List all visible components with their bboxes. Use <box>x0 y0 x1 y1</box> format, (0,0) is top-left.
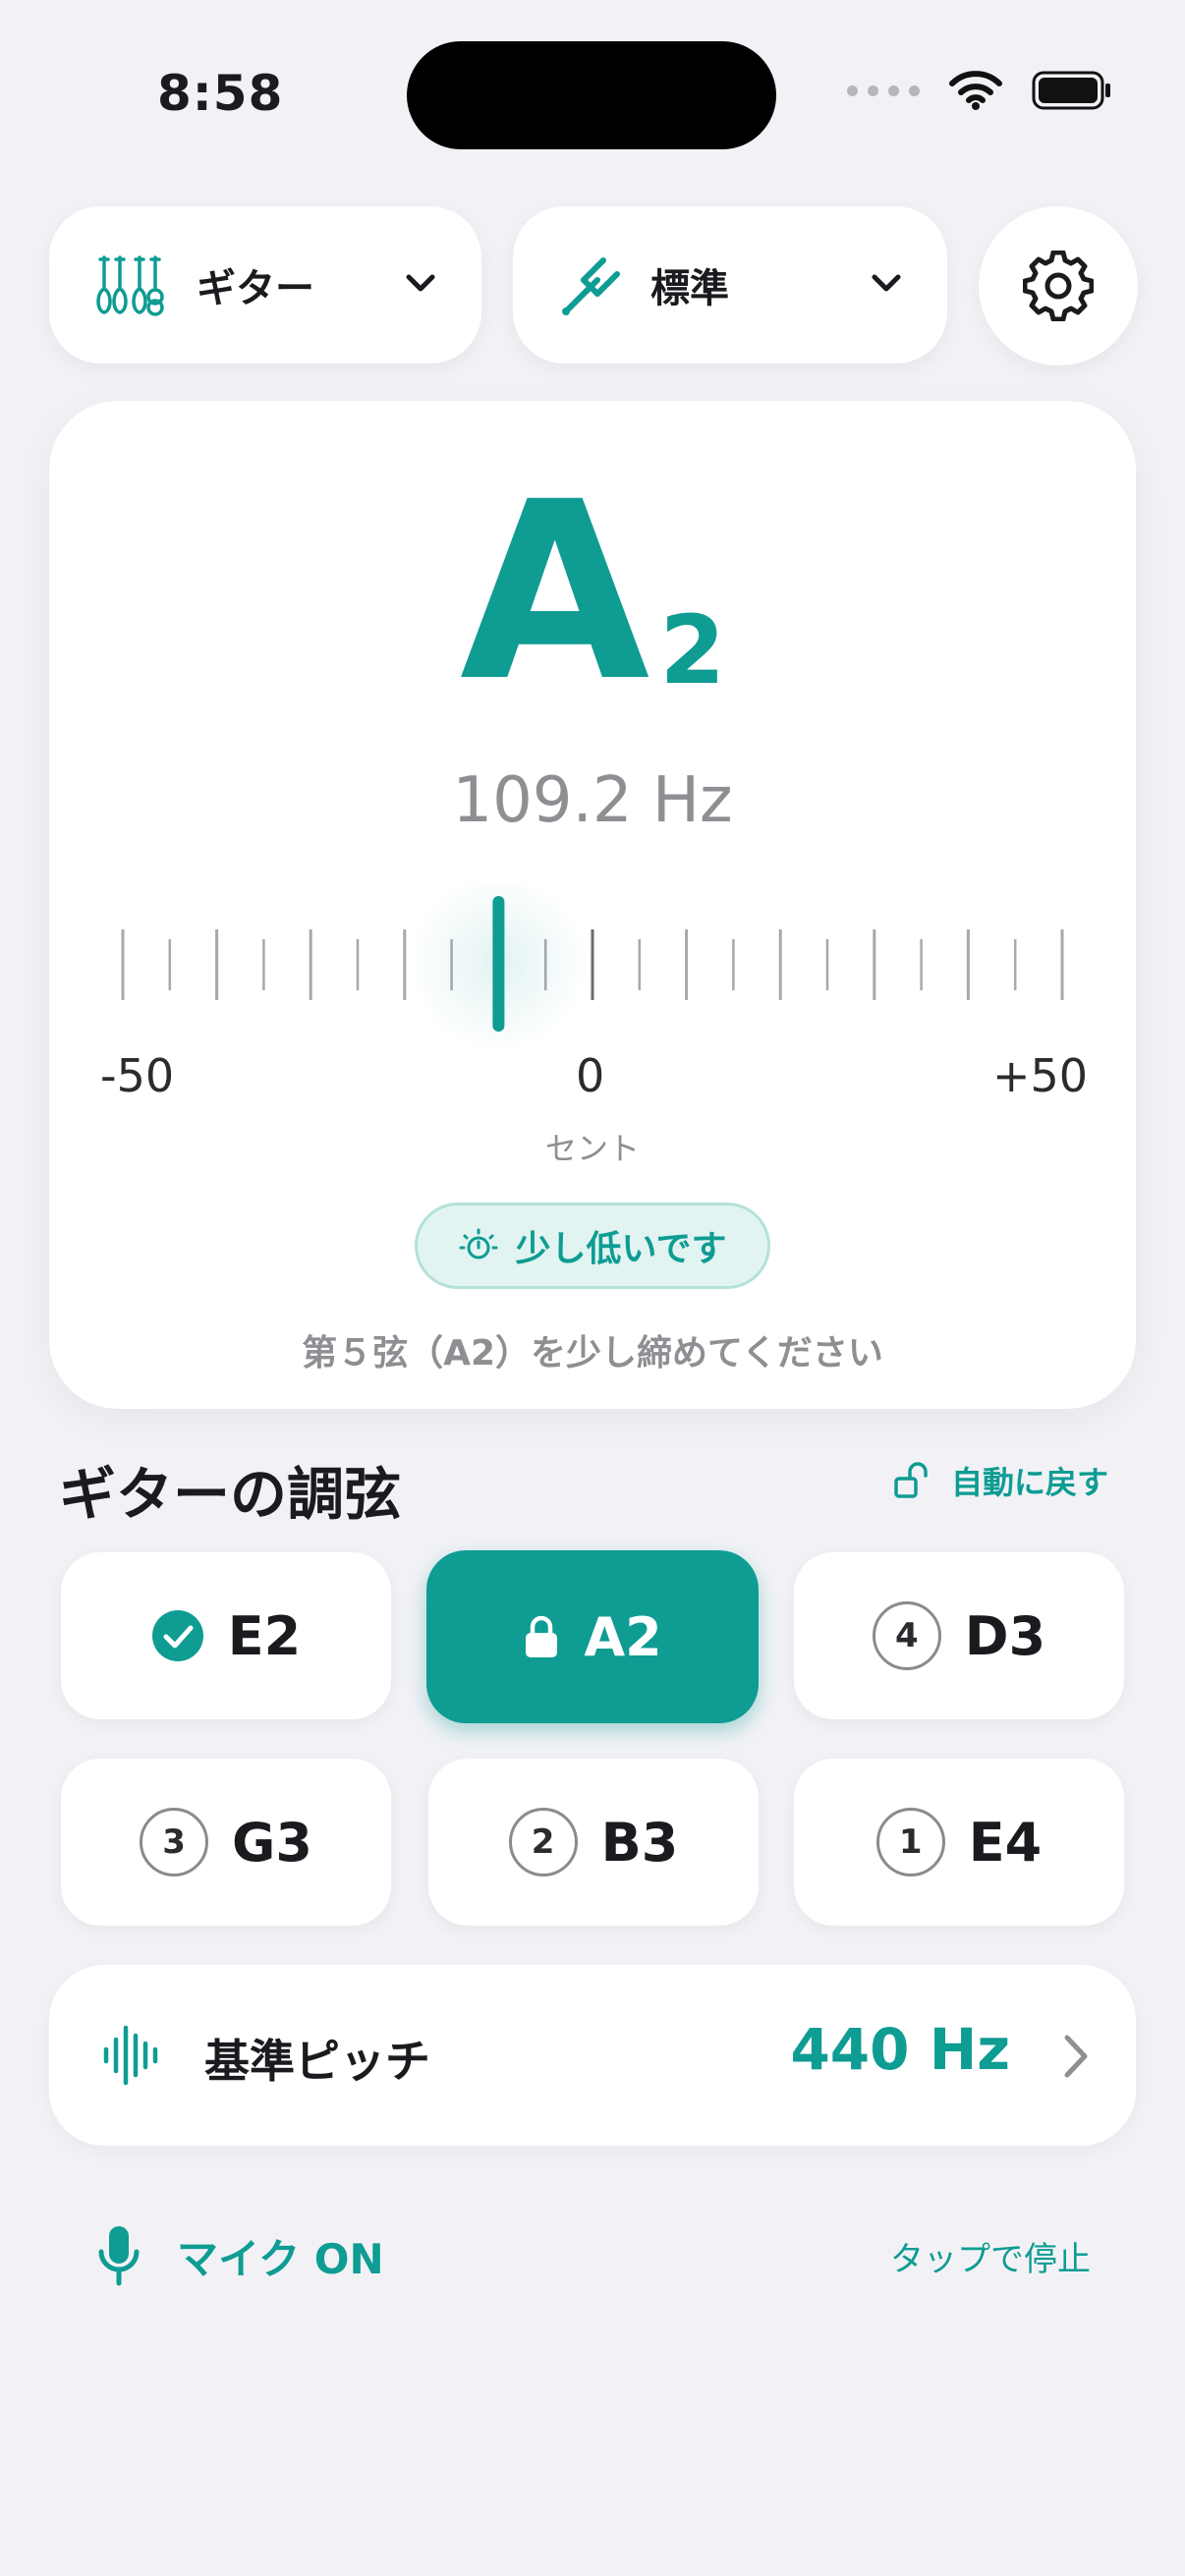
cellular-signal-icon <box>847 84 920 96</box>
string-label: G3 <box>232 1811 312 1874</box>
chevron-down-icon <box>406 274 435 292</box>
string-label: E2 <box>227 1604 302 1667</box>
mic-stop-button[interactable]: タップで停止 <box>890 2232 1091 2280</box>
waveform-icon <box>103 2025 158 2086</box>
detected-note: A2 <box>49 470 1136 715</box>
reference-pitch-label: 基準ピッチ <box>204 2035 430 2088</box>
string-label: B3 <box>600 1811 679 1874</box>
dynamic-island <box>407 41 776 149</box>
scale-zero-label: 0 <box>576 1049 605 1102</box>
status-time: 8:58 <box>157 65 284 122</box>
string-button-d3[interactable]: 4 D3 <box>794 1552 1124 1719</box>
string-label: D3 <box>964 1604 1046 1667</box>
string-number-badge: 3 <box>140 1808 209 1876</box>
string-button-a2[interactable]: A2 <box>426 1550 759 1723</box>
tuner-screen: 8:58 ギター 標準 A 2 109.2 Hz -50 0 +50 セント 少… <box>0 0 1185 2576</box>
instrument-selector[interactable]: ギター <box>49 206 481 364</box>
lock-icon <box>526 1615 558 1657</box>
string-button-e4[interactable]: 1 E4 <box>794 1759 1124 1926</box>
frequency-readout: 109.2 Hz <box>452 764 733 837</box>
string-label: E4 <box>968 1811 1043 1874</box>
string-button-e2[interactable]: E2 <box>61 1552 391 1719</box>
chevron-down-icon <box>872 274 901 292</box>
string-button-b3[interactable]: 2 B3 <box>428 1759 759 1926</box>
note-octave: 2 <box>659 595 726 705</box>
string-number-badge: 1 <box>875 1808 945 1876</box>
tuning-hint: 第５弦（A2）を少し締めてください <box>302 1333 883 1373</box>
scale-max-label: +50 <box>992 1049 1089 1102</box>
wifi-icon <box>949 71 1002 110</box>
auto-return-button[interactable]: 自動に戻す <box>892 1458 1108 1503</box>
status-badge: 少し低いです <box>415 1203 770 1289</box>
battery-icon <box>1032 71 1110 110</box>
mic-status-label[interactable]: マイク ON <box>177 2226 384 2286</box>
status-badge-text: 少し低いです <box>515 1229 727 1269</box>
string-label: A2 <box>584 1605 662 1668</box>
unlock-icon <box>894 1462 928 1498</box>
flat-indicator-icon <box>459 1228 498 1260</box>
string-number-badge: 4 <box>872 1601 941 1670</box>
tuning-label: 標準 <box>650 266 729 311</box>
microphone-icon[interactable] <box>94 2222 143 2291</box>
status-indicators <box>847 71 1112 110</box>
gear-icon <box>1023 251 1094 321</box>
string-number-badge: 2 <box>508 1808 578 1876</box>
chevron-right-icon <box>1064 2035 1088 2078</box>
settings-button[interactable] <box>979 206 1138 365</box>
reference-pitch-row[interactable]: 基準ピッチ 440 Hz <box>49 1965 1136 2146</box>
tuner-card: A2 109.2 Hz -50 0 +50 セント 少し低いです 第５弦（A2）… <box>49 401 1136 1409</box>
scale-min-label: -50 <box>100 1049 175 1102</box>
pitch-needle <box>492 896 505 1032</box>
auto-return-label: 自動に戻す <box>951 1464 1109 1501</box>
note-letter: A <box>459 449 650 735</box>
cents-unit-label: セント <box>544 1130 640 1167</box>
instruments-icon <box>96 255 164 316</box>
cents-meter <box>121 882 1064 1049</box>
string-button-g3[interactable]: 3 G3 <box>61 1759 391 1926</box>
reference-pitch-value: 440 Hz <box>790 2016 1010 2083</box>
strings-section-title: ギターの調弦 <box>59 1461 402 1528</box>
tuning-fork-icon <box>562 257 620 315</box>
tuning-selector[interactable]: 標準 <box>513 206 947 364</box>
check-circle-icon <box>151 1610 203 1661</box>
instrument-label: ギター <box>197 266 314 311</box>
